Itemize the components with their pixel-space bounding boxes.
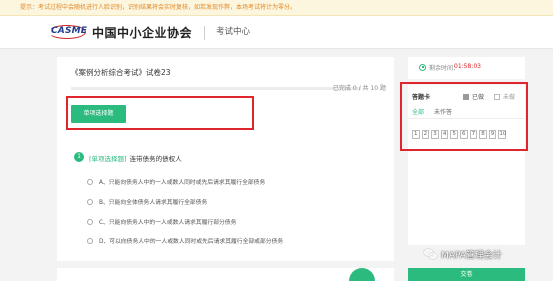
question-number-badge: 1 — [74, 152, 84, 162]
header-divider — [204, 26, 205, 40]
progress-bar — [71, 87, 361, 90]
paper-title: 《案例分析综合考试》试卷23 — [71, 68, 171, 77]
option-c[interactable]: C、只能向债务人中的一人或数人请求其履行部分债务 — [87, 217, 236, 226]
site-header: CASME 中国中小企业协会 考试中心 — [0, 16, 553, 49]
option-a[interactable]: A、只能向债务人中的一人或数人同时或先后请求其履行全部债务 — [87, 177, 265, 186]
exam-notice-bar: 提示：考试过程中会随机进行人脸识别，识别结果将会实时复核，如若发现作弊，本场考试… — [0, 0, 553, 16]
radio-icon[interactable] — [87, 237, 93, 244]
option-b[interactable]: B、只能向全体债务人请求其履行全部债务 — [87, 197, 207, 206]
timer-panel: 剩余时间： 01:58:03 — [408, 57, 525, 79]
casme-logo[interactable]: CASME 中国中小企业协会 — [44, 24, 192, 40]
next-question-card — [57, 268, 394, 281]
clock-icon — [419, 64, 426, 71]
logo-title: 中国中小企业协会 — [92, 25, 193, 40]
radio-icon[interactable] — [87, 198, 93, 205]
radio-icon[interactable] — [87, 218, 93, 225]
submit-button[interactable]: 交卷 — [408, 268, 525, 281]
highlight-box-question-type — [66, 96, 254, 130]
question-panel: 1 [单项选择题] 连带债务的债权人 A、只能向债务人中的一人或数人同时或先后请求… — [57, 143, 394, 261]
timer-value: 01:58:03 — [454, 63, 481, 70]
wechat-watermark: MAPA管理会计 — [424, 248, 502, 261]
question-stem: [单项选择题] 连带债务的债权人 — [89, 153, 182, 163]
wechat-icon — [424, 249, 438, 260]
option-d[interactable]: D、可以向债务人中的一人或数人同时或先后请求其履行全部或部分债务 — [87, 236, 283, 245]
radio-icon[interactable] — [87, 178, 93, 185]
highlight-box-answer-card — [400, 82, 528, 151]
progress-text: 已完成 0 / 共 10 题 — [332, 85, 386, 92]
question-type-tag: [单项选择题] — [89, 155, 127, 163]
casme-logo-icon: CASME — [44, 24, 90, 40]
question-text: 连带债务的债权人 — [129, 155, 182, 163]
exam-center-title: 考试中心 — [216, 27, 251, 37]
